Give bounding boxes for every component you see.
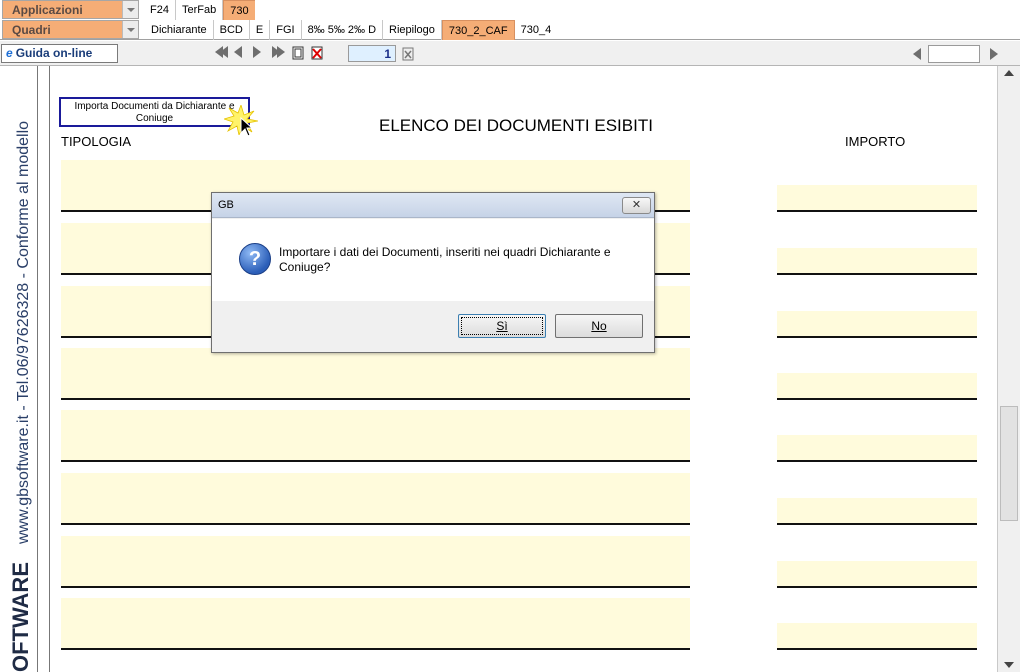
new-page-icon[interactable] [291, 46, 305, 60]
scroll-left-icon[interactable] [913, 48, 921, 60]
applications-bar: Applicazioni F24 TerFab 730 [0, 0, 1020, 20]
chevron-down-icon[interactable] [122, 1, 138, 18]
tab-730-2-caf[interactable]: 730_2_CAF [441, 20, 515, 40]
guida-online-button[interactable]: e Guida on-line [1, 44, 118, 63]
applicazioni-label: Applicazioni [12, 3, 83, 17]
tab-730[interactable]: 730 [223, 0, 255, 20]
right-navigation [910, 44, 1020, 64]
tipologia-field-7[interactable] [61, 536, 690, 588]
scroll-thumb[interactable] [1000, 406, 1018, 521]
importo-field-6[interactable] [777, 498, 977, 525]
brand-logo-text: OFTWARE [8, 562, 33, 672]
importo-field-8[interactable] [777, 623, 977, 650]
quadri-dropdown[interactable]: Quadri [2, 20, 139, 39]
tab-8-5-2-d[interactable]: 8‰ 5‰ 2‰ D [302, 20, 384, 40]
importo-field-4[interactable] [777, 373, 977, 400]
column-header-tipologia: TIPOLOGIA [61, 134, 132, 149]
top-tabs: F24 TerFab 730 [144, 0, 255, 20]
dialog-message: Importare i dati dei Documenti, inseriti… [279, 245, 611, 274]
scroll-up-icon[interactable] [1004, 70, 1014, 76]
chevron-down-icon[interactable] [122, 21, 138, 38]
import-documents-button[interactable]: Importa Documenti da Dichiarante e Coniu… [59, 97, 250, 127]
document-form: Importa Documenti da Dichiarante e Coniu… [50, 66, 996, 672]
tab-fgi[interactable]: FGI [270, 20, 302, 40]
tipologia-field-8[interactable] [61, 598, 690, 650]
contact-text: www.gbsoftware.it - Tel.06/97626328 - Co… [15, 120, 32, 544]
no-button[interactable]: No [555, 314, 643, 338]
tab-f24[interactable]: F24 [144, 0, 176, 20]
importo-field-7[interactable] [777, 561, 977, 588]
sub-tabs: Dichiarante BCD E FGI 8‰ 5‰ 2‰ D Riepilo… [145, 20, 557, 40]
page-navigation [215, 46, 324, 60]
form-title: ELENCO DEI DOCUMENTI ESIBITI [379, 116, 653, 135]
prev-page-icon[interactable] [234, 46, 248, 60]
first-page-icon[interactable] [215, 46, 229, 60]
tipologia-field-4[interactable] [61, 348, 690, 400]
tab-dichiarante[interactable]: Dichiarante [145, 20, 214, 40]
toolbar: e Guida on-line 1 [0, 41, 1020, 66]
browser-icon: e [6, 46, 13, 60]
mouse-cursor-icon [240, 117, 254, 137]
importo-field-5[interactable] [777, 435, 977, 462]
tab-730-4[interactable]: 730_4 [515, 20, 558, 40]
importo-field-2[interactable] [777, 248, 977, 275]
importo-field-1[interactable] [777, 185, 977, 212]
tipologia-field-5[interactable] [61, 410, 690, 462]
go-to-field[interactable] [928, 45, 980, 63]
clear-icon[interactable] [401, 47, 415, 64]
tipologia-field-6[interactable] [61, 473, 690, 525]
dialog-body: ? Importare i dati dei Documenti, inseri… [212, 219, 654, 301]
tab-riepilogo[interactable]: Riepilogo [383, 20, 442, 40]
applicazioni-dropdown[interactable]: Applicazioni [2, 0, 139, 19]
next-page-icon[interactable] [253, 46, 267, 60]
quadri-label: Quadri [12, 23, 51, 37]
column-header-importo: IMPORTO [845, 134, 906, 149]
dialog-title: GB [212, 193, 654, 218]
question-icon: ? [239, 243, 271, 275]
last-page-icon[interactable] [272, 46, 286, 60]
vertical-scrollbar[interactable] [997, 66, 1020, 672]
confirm-dialog: GB ✕ ? Importare i dati dei Documenti, i… [211, 192, 655, 353]
guida-label: Guida on-line [15, 46, 93, 60]
scroll-down-icon[interactable] [1004, 662, 1014, 668]
scroll-right-icon[interactable] [990, 48, 998, 60]
tab-e[interactable]: E [250, 20, 271, 40]
brand-sidebar: OFTWARE www.gbsoftware.it - Tel.06/976263… [0, 66, 38, 672]
delete-page-icon[interactable] [310, 46, 324, 60]
close-icon[interactable]: ✕ [622, 197, 651, 214]
quadri-bar: Quadri Dichiarante BCD E FGI 8‰ 5‰ 2‰ D … [0, 20, 1020, 40]
page-number-field[interactable]: 1 [348, 45, 396, 62]
tab-terfab[interactable]: TerFab [176, 0, 224, 20]
yes-button[interactable]: Sì [458, 314, 546, 338]
tab-bcd[interactable]: BCD [214, 20, 250, 40]
importo-field-3[interactable] [777, 311, 977, 338]
